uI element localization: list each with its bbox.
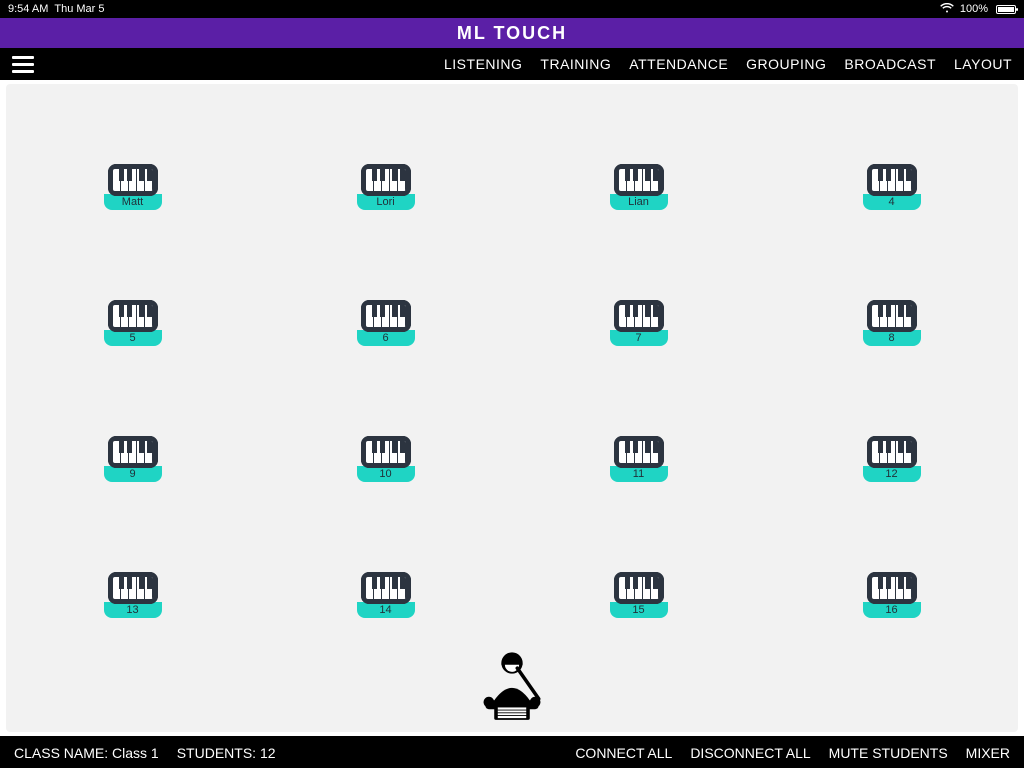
- student-station[interactable]: Matt: [104, 164, 162, 210]
- status-bar: 9:54 AM Thu Mar 5 100%: [0, 0, 1024, 18]
- student-station[interactable]: 15: [610, 572, 668, 618]
- student-station[interactable]: 8: [863, 300, 921, 346]
- student-station[interactable]: 10: [357, 436, 415, 482]
- piano-icon: [361, 300, 411, 332]
- nav-attendance[interactable]: ATTENDANCE: [629, 56, 728, 72]
- station-label: 7: [610, 330, 668, 346]
- mute-students-button[interactable]: MUTE STUDENTS: [829, 745, 948, 761]
- student-station[interactable]: Lori: [357, 164, 415, 210]
- title-bar: ML TOUCH: [0, 18, 1024, 48]
- student-station[interactable]: 13: [104, 572, 162, 618]
- station-label: 11: [610, 466, 668, 482]
- battery-percent: 100%: [960, 3, 988, 15]
- student-station[interactable]: 9: [104, 436, 162, 482]
- station-label: 15: [610, 602, 668, 618]
- class-name: CLASS NAME: Class 1: [14, 745, 159, 761]
- station-label: 10: [357, 466, 415, 482]
- station-label: 14: [357, 602, 415, 618]
- student-station[interactable]: 12: [863, 436, 921, 482]
- station-label: Matt: [104, 194, 162, 210]
- station-label: 6: [357, 330, 415, 346]
- piano-icon: [361, 572, 411, 604]
- student-station[interactable]: 4: [863, 164, 921, 210]
- footer-bar: CLASS NAME: Class 1 STUDENTS: 12 CONNECT…: [0, 736, 1024, 768]
- station-label: 4: [863, 194, 921, 210]
- piano-icon: [614, 300, 664, 332]
- station-label: Lian: [610, 194, 668, 210]
- students-count: STUDENTS: 12: [177, 745, 276, 761]
- menu-icon[interactable]: [12, 56, 34, 73]
- conductor-icon[interactable]: [467, 647, 557, 727]
- piano-icon: [108, 164, 158, 196]
- station-label: 12: [863, 466, 921, 482]
- piano-icon: [614, 436, 664, 468]
- nav-grouping[interactable]: GROUPING: [746, 56, 826, 72]
- battery-icon: [996, 5, 1016, 14]
- classroom-canvas[interactable]: Matt Lori Lian 4 5 6 7 8 9 10 11 12 13 14 15 16: [6, 84, 1018, 732]
- piano-icon: [614, 572, 664, 604]
- student-station[interactable]: Lian: [610, 164, 668, 210]
- student-station[interactable]: 14: [357, 572, 415, 618]
- piano-icon: [108, 300, 158, 332]
- nav-listening[interactable]: LISTENING: [444, 56, 522, 72]
- connect-all-button[interactable]: CONNECT ALL: [575, 745, 672, 761]
- app-title: ML TOUCH: [457, 23, 567, 44]
- student-station[interactable]: 5: [104, 300, 162, 346]
- piano-icon: [867, 436, 917, 468]
- station-label: 16: [863, 602, 921, 618]
- student-station[interactable]: 6: [357, 300, 415, 346]
- piano-icon: [867, 572, 917, 604]
- station-label: Lori: [357, 194, 415, 210]
- status-date: Thu Mar 5: [54, 3, 104, 15]
- mixer-button[interactable]: MIXER: [966, 745, 1010, 761]
- nav-bar: LISTENING TRAINING ATTENDANCE GROUPING B…: [0, 48, 1024, 80]
- piano-icon: [108, 572, 158, 604]
- piano-icon: [614, 164, 664, 196]
- station-label: 8: [863, 330, 921, 346]
- wifi-icon: [940, 3, 954, 16]
- piano-icon: [108, 436, 158, 468]
- disconnect-all-button[interactable]: DISCONNECT ALL: [690, 745, 810, 761]
- piano-icon: [361, 436, 411, 468]
- station-label: 13: [104, 602, 162, 618]
- nav-broadcast[interactable]: BROADCAST: [844, 56, 936, 72]
- student-station[interactable]: 11: [610, 436, 668, 482]
- piano-icon: [867, 300, 917, 332]
- nav-layout[interactable]: LAYOUT: [954, 56, 1012, 72]
- station-label: 9: [104, 466, 162, 482]
- student-station[interactable]: 7: [610, 300, 668, 346]
- station-label: 5: [104, 330, 162, 346]
- status-time: 9:54 AM: [8, 3, 48, 15]
- piano-icon: [867, 164, 917, 196]
- nav-training[interactable]: TRAINING: [540, 56, 611, 72]
- piano-icon: [361, 164, 411, 196]
- student-station[interactable]: 16: [863, 572, 921, 618]
